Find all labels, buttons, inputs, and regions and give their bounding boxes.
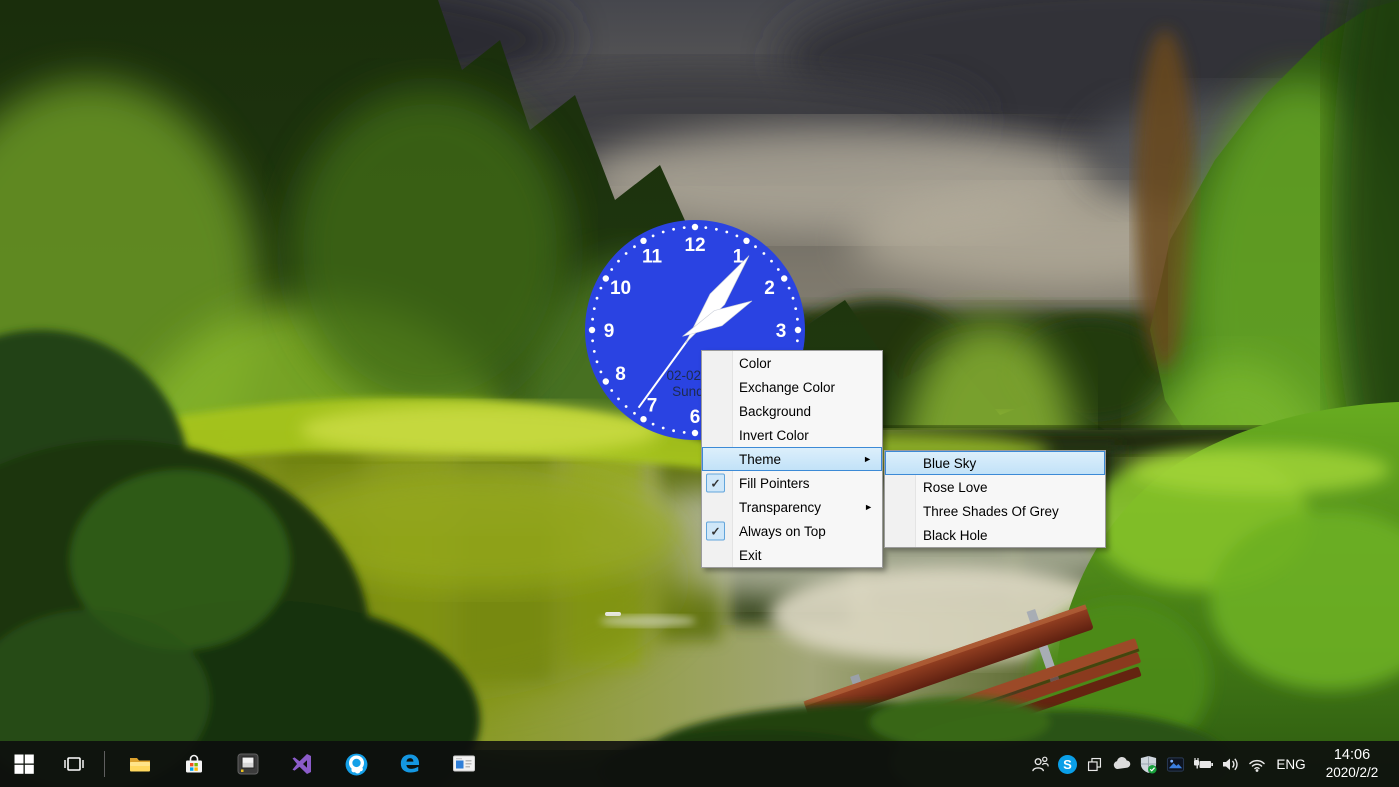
svg-text:7: 7 [647, 396, 658, 417]
menu-item-transparency[interactable]: Transparency ► [702, 495, 882, 519]
wifi-icon [1247, 754, 1267, 774]
menu-item-fill-pointers[interactable]: ✓ Fill Pointers [702, 471, 882, 495]
taskbar-clock[interactable]: 14:06 2020/2/2 [1313, 747, 1391, 781]
qq-browser-icon [344, 752, 369, 777]
task-view-button[interactable] [48, 741, 100, 787]
menu-item-theme[interactable]: Theme ► [702, 447, 882, 471]
menu-item-background[interactable]: Background [702, 399, 882, 423]
widget-app-button[interactable] [222, 741, 274, 787]
theme-submenu: Blue Sky Rose Love Three Shades Of Grey … [884, 450, 1106, 548]
svg-text:9: 9 [604, 321, 615, 342]
taskbar: e S [0, 741, 1399, 787]
task-view-icon [63, 753, 85, 775]
microsoft-edge-button[interactable]: e [384, 741, 436, 787]
skype-tray-button[interactable]: S [1055, 741, 1080, 787]
visual-studio-button[interactable] [276, 741, 328, 787]
onedrive-cloud-icon [1112, 754, 1132, 774]
app-windows-tray-button[interactable] [1082, 741, 1107, 787]
microsoft-store-button[interactable] [168, 741, 220, 787]
checkmark-icon: ✓ [706, 474, 725, 493]
clock-context-menu: Color Exchange Color Background Invert C… [701, 350, 883, 568]
svg-text:10: 10 [610, 278, 631, 299]
file-explorer-icon [128, 752, 152, 776]
svg-text:8: 8 [615, 364, 626, 385]
taskbar-date: 2020/2/2 [1313, 764, 1391, 781]
svg-text:11: 11 [642, 247, 663, 268]
menu-item-exit[interactable]: Exit [702, 543, 882, 567]
svg-text:6: 6 [690, 407, 701, 428]
taskbar-separator [104, 751, 105, 777]
system-tray: S [1028, 741, 1399, 787]
language-indicator[interactable]: ENG [1271, 757, 1311, 772]
display-app-tray-button[interactable] [1163, 741, 1188, 787]
security-shield-icon [1139, 755, 1158, 774]
menu-item-exchange-color[interactable]: Exchange Color [702, 375, 882, 399]
overlapping-windows-icon [1086, 756, 1103, 773]
checkmark-icon: ✓ [706, 522, 725, 541]
battery-tray-button[interactable] [1190, 741, 1215, 787]
volume-tray-button[interactable] [1217, 741, 1242, 787]
widget-app-icon [236, 752, 260, 776]
windows-security-tray-button[interactable] [1136, 741, 1161, 787]
submenu-arrow-icon: ► [863, 454, 872, 464]
start-button[interactable] [0, 741, 48, 787]
submenu-arrow-icon: ► [864, 502, 873, 512]
menu-item-always-on-top[interactable]: ✓ Always on Top [702, 519, 882, 543]
submenu-item-blue-sky[interactable]: Blue Sky [885, 451, 1105, 475]
clock-app-icon [452, 752, 476, 776]
people-icon [1031, 755, 1050, 774]
wifi-tray-button[interactable] [1244, 741, 1269, 787]
taskbar-time: 14:06 [1313, 747, 1391, 764]
qq-browser-button[interactable] [330, 741, 382, 787]
submenu-item-rose-love[interactable]: Rose Love [885, 475, 1105, 499]
onedrive-tray-button[interactable] [1109, 741, 1134, 787]
battery-charging-icon [1192, 753, 1214, 775]
microsoft-store-icon [182, 752, 206, 776]
menu-item-color[interactable]: Color [702, 351, 882, 375]
file-explorer-button[interactable] [114, 741, 166, 787]
svg-text:3: 3 [776, 321, 787, 342]
svg-text:12: 12 [684, 235, 705, 256]
skype-icon: S [1058, 755, 1077, 774]
svg-text:2: 2 [764, 278, 775, 299]
menu-item-invert-color[interactable]: Invert Color [702, 423, 882, 447]
visual-studio-icon [290, 752, 314, 776]
windows-logo-icon [13, 753, 35, 775]
display-app-icon [1166, 755, 1185, 774]
speaker-icon [1220, 754, 1240, 774]
submenu-item-black-hole[interactable]: Black Hole [885, 523, 1105, 547]
people-tray-button[interactable] [1028, 741, 1053, 787]
clock-app-button[interactable] [438, 741, 490, 787]
submenu-item-three-shades-of-grey[interactable]: Three Shades Of Grey [885, 499, 1105, 523]
microsoft-edge-icon: e [399, 747, 420, 778]
